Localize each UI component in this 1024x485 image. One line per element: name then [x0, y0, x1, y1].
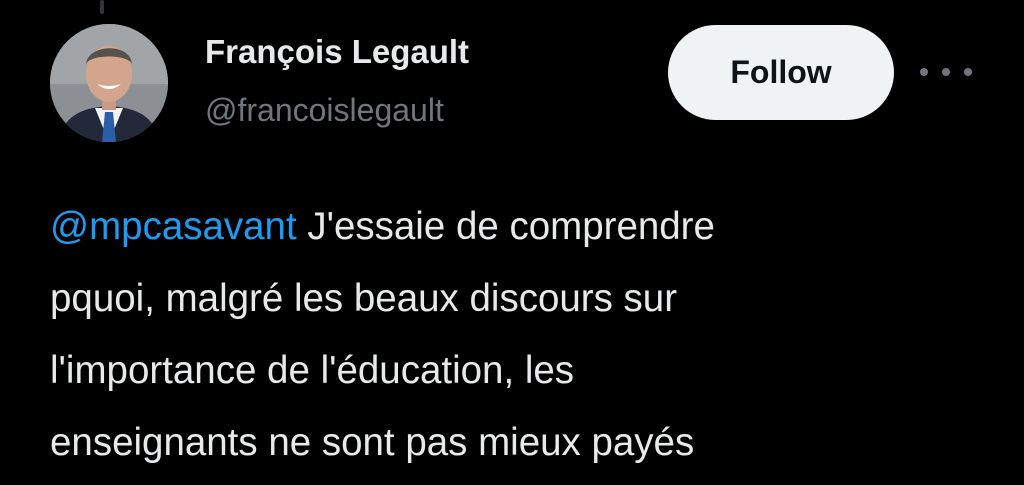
mention-link[interactable]: @mpcasavant	[50, 205, 297, 248]
thread-connector-line	[100, 0, 104, 14]
tweet-line: enseignants ne sont pas mieux payés	[50, 421, 695, 464]
avatar[interactable]	[50, 24, 168, 142]
more-horizontal-icon[interactable]	[920, 60, 972, 84]
tweet-text: @mpcasavant J'essaie de comprendre pquoi…	[50, 191, 1000, 479]
author-handle[interactable]: @francoislegault	[205, 92, 444, 129]
more-dot	[964, 68, 972, 76]
avatar-photo	[50, 24, 168, 142]
author-display-name[interactable]: François Legault	[205, 33, 469, 71]
follow-button[interactable]: Follow	[668, 25, 894, 120]
more-dot	[920, 68, 928, 76]
tweet-line-text: J'essaie de comprendre	[296, 205, 715, 248]
more-dot	[942, 68, 950, 76]
tweet-line: pquoi, malgré les beaux discours sur	[50, 277, 678, 320]
tweet-line: l'importance de l'éducation, les	[50, 349, 575, 392]
tweet-line: @mpcasavant J'essaie de comprendre	[50, 191, 1000, 263]
